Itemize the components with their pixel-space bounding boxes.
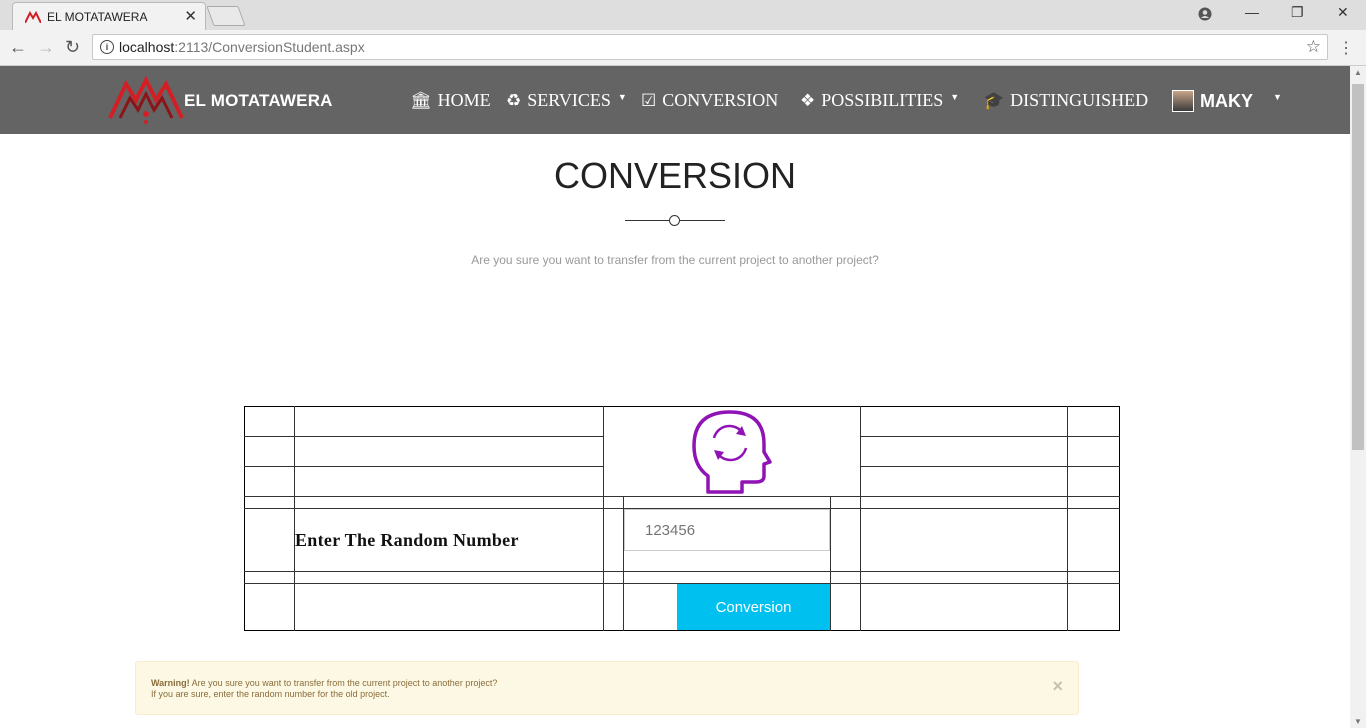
account-icon[interactable]	[1198, 7, 1212, 21]
forward-arrow-icon[interactable]: →	[37, 37, 55, 58]
table-col-line	[603, 406, 604, 631]
alert-message-2: If you are sure, enter the random number…	[151, 689, 390, 699]
brand-name[interactable]: EL MOTATAWERA	[184, 91, 333, 111]
reload-icon[interactable]: ↻	[65, 37, 80, 58]
graduation-cap-icon: 🎓	[983, 90, 1005, 110]
conversion-button[interactable]: Conversion	[677, 584, 830, 630]
random-number-input[interactable]	[624, 509, 830, 551]
page-subtitle: Are you sure you want to transfer from t…	[471, 253, 879, 267]
address-toolbar: ← → ↻ i localhost:2113/ConversionStudent…	[0, 30, 1366, 66]
url-text[interactable]: localhost:2113/ConversionStudent.aspx	[119, 39, 365, 55]
nav-item-distinguished[interactable]: 🎓 DISTINGUISHED	[983, 90, 1148, 111]
tab-title: EL MOTATAWERA	[47, 10, 148, 24]
back-arrow-icon[interactable]: ←	[9, 37, 27, 58]
table-row-line	[244, 571, 1120, 572]
table-row-line	[244, 496, 1120, 497]
chevron-down-icon: ▼	[1273, 92, 1282, 102]
alert-message: Are you sure you want to transfer from t…	[189, 678, 498, 688]
user-menu[interactable]: MAKY ▼	[1172, 90, 1282, 112]
close-icon[interactable]: ×	[1052, 676, 1063, 697]
scroll-thumb[interactable]	[1352, 84, 1364, 450]
bookmark-star-icon[interactable]: ☆	[1306, 37, 1321, 57]
warning-alert: Warning! Are you sure you want to transf…	[135, 661, 1079, 715]
url-field[interactable]: i localhost:2113/ConversionStudent.aspx …	[92, 34, 1328, 60]
new-tab-button[interactable]	[206, 6, 246, 26]
brand-logo-icon[interactable]	[108, 74, 184, 130]
alert-text: Warning! Are you sure you want to transf…	[151, 678, 497, 700]
alert-title: Warning!	[151, 678, 190, 688]
close-window-button[interactable]: ✕	[1337, 4, 1349, 21]
nav-item-services[interactable]: ♻ SERVICES ▼	[506, 90, 627, 111]
info-icon[interactable]: i	[100, 40, 114, 54]
bank-icon: 🏛	[410, 90, 432, 110]
avatar	[1172, 90, 1194, 112]
minimize-button[interactable]: —	[1245, 4, 1259, 20]
tab-close-icon[interactable]: ✕	[184, 7, 197, 25]
table-col-line	[860, 406, 861, 631]
restore-button[interactable]: ❐	[1291, 4, 1304, 21]
page-title: CONVERSION	[553, 155, 797, 196]
table-row-line	[244, 466, 604, 467]
page-scrollbar[interactable]: ▲ ▼	[1350, 66, 1366, 728]
site-navbar: EL MOTATAWERA 🏛 HOME ♻ SERVICES ▼ ☑ CONV…	[0, 66, 1350, 134]
table-row-line	[860, 436, 1120, 437]
scroll-up-icon[interactable]: ▲	[1354, 68, 1362, 77]
random-number-label: Enter The Random Number	[295, 530, 519, 550]
user-name: MAKY	[1200, 90, 1253, 111]
chevron-down-icon: ▼	[950, 91, 960, 102]
scroll-down-icon[interactable]: ▼	[1354, 717, 1362, 726]
table-col-line	[830, 496, 831, 631]
site-favicon-icon	[25, 11, 41, 23]
browser-tab[interactable]: EL MOTATAWERA ✕	[12, 2, 206, 30]
nav-item-conversion[interactable]: ☑ CONVERSION	[641, 90, 778, 111]
browser-tabbar: EL MOTATAWERA ✕ — ❐ ✕	[0, 0, 1366, 30]
head-conversion-icon	[692, 410, 772, 494]
table-row-line	[244, 436, 604, 437]
title-divider	[625, 220, 669, 221]
title-divider	[680, 220, 725, 221]
nav-item-home[interactable]: 🏛 HOME	[410, 90, 491, 111]
cubes-icon: ❖	[800, 90, 816, 110]
chevron-down-icon: ▼	[617, 91, 627, 102]
checkbox-icon: ☑	[641, 90, 657, 110]
nav-item-possibilities[interactable]: ❖ POSSIBILITIES ▼	[800, 90, 959, 111]
browser-menu-icon[interactable]: ⋮	[1338, 38, 1354, 58]
table-row-line	[860, 466, 1120, 467]
table-col-line	[294, 406, 295, 631]
table-col-line	[1067, 406, 1068, 631]
divider-dot	[669, 215, 680, 226]
recycle-icon: ♻	[506, 90, 522, 110]
